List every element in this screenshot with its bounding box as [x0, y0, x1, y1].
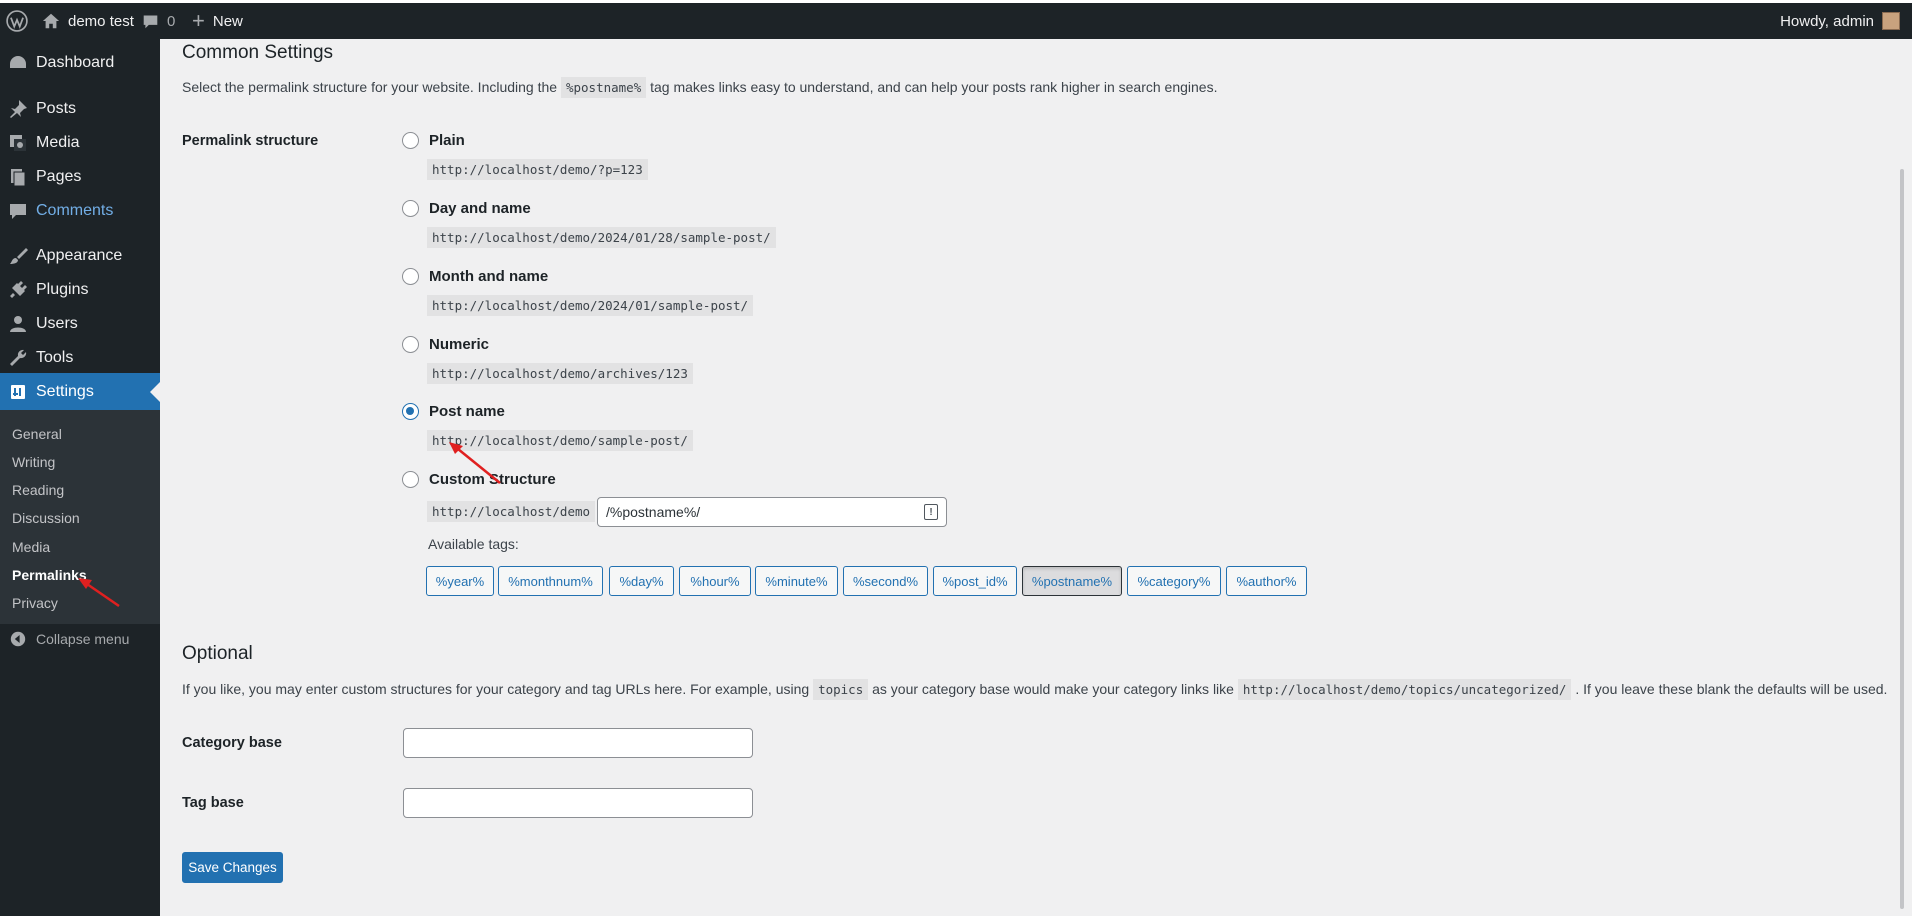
- annotation-arrows: [78, 442, 501, 608]
- annotation-arrow-permalinks: [78, 578, 120, 608]
- annotation-arrow-post-name: [449, 442, 501, 484]
